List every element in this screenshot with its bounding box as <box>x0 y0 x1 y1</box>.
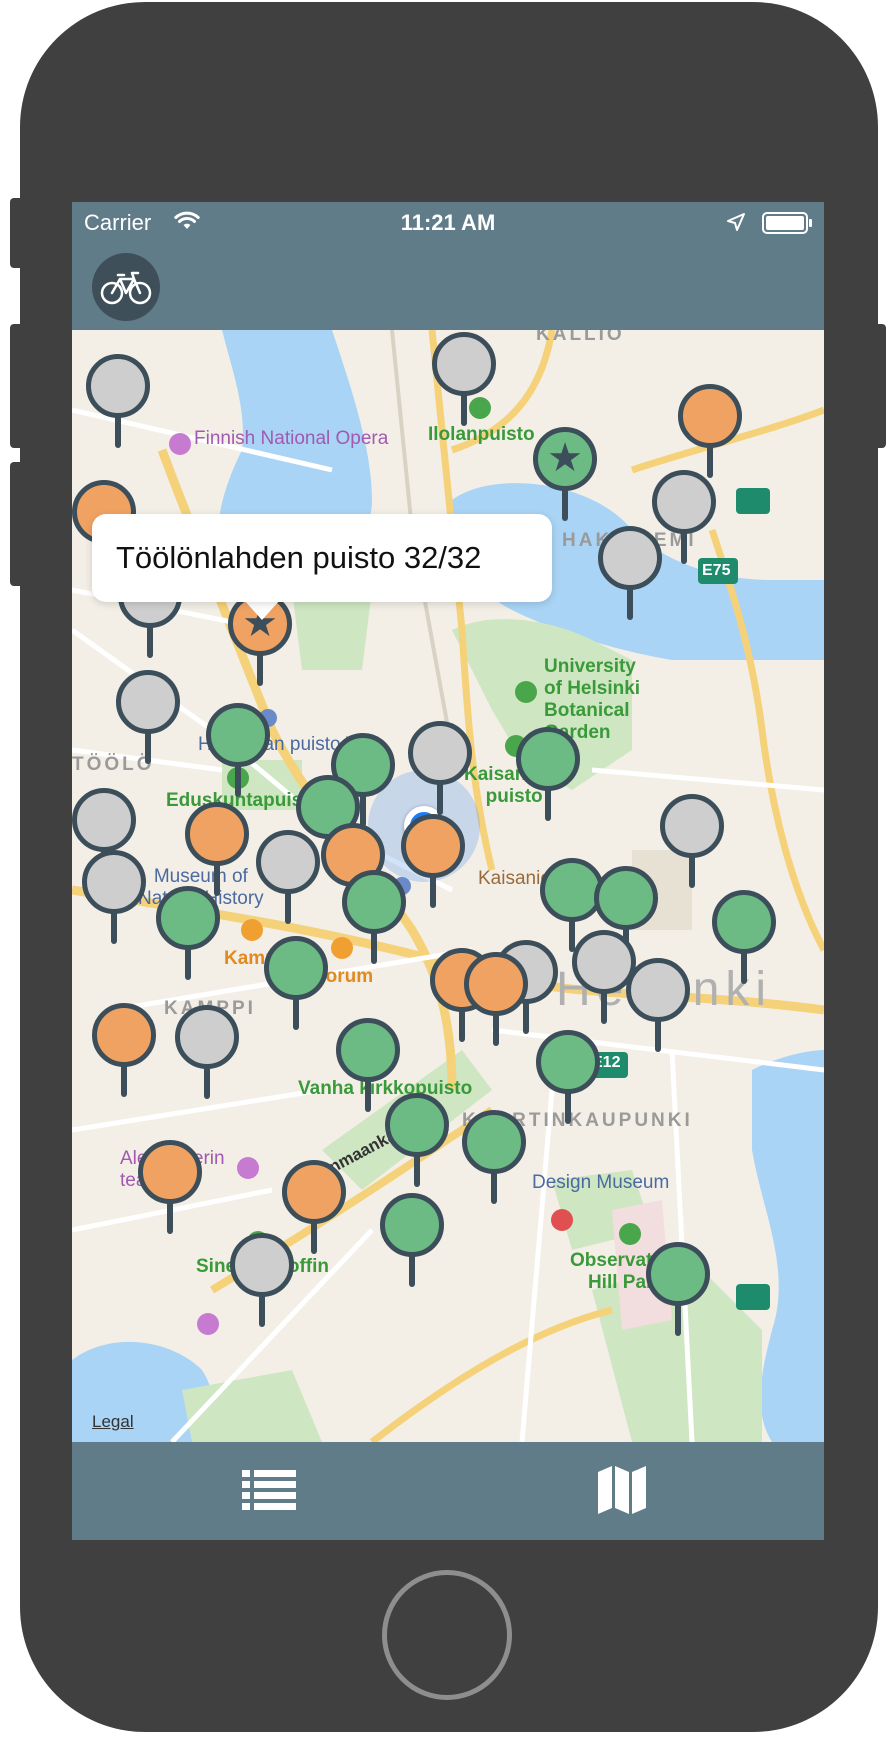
bicycle-icon <box>100 271 152 305</box>
pin-head <box>256 830 320 894</box>
station-pin[interactable] <box>626 958 690 1054</box>
station-callout[interactable]: Töölönlahden puisto 32/32 <box>92 514 552 602</box>
pin-head <box>185 802 249 866</box>
pin-head <box>594 866 658 930</box>
favorite-star-icon: ★ <box>547 436 583 480</box>
station-pin[interactable] <box>206 703 270 799</box>
legal-link[interactable]: Legal <box>92 1412 134 1432</box>
station-pin[interactable] <box>660 794 724 890</box>
station-pin[interactable] <box>82 850 146 946</box>
power-button <box>872 324 886 448</box>
map-view[interactable]: Finnish National Opera Ilolanpuisto KALL… <box>72 330 824 1442</box>
pin-head <box>92 1003 156 1067</box>
pin-head <box>712 890 776 954</box>
station-pin[interactable] <box>86 354 150 450</box>
station-pin[interactable] <box>432 332 496 428</box>
pin-head <box>432 332 496 396</box>
pin-head <box>652 470 716 534</box>
pin-head <box>156 886 220 950</box>
home-button[interactable] <box>382 1570 512 1700</box>
station-pin[interactable] <box>598 526 662 622</box>
location-arrow-icon <box>727 213 745 231</box>
map-icon <box>598 1466 646 1514</box>
pin-head <box>646 1242 710 1306</box>
station-pin[interactable] <box>342 870 406 966</box>
pin-head <box>462 1110 526 1174</box>
station-pin[interactable] <box>401 814 465 910</box>
bike-button[interactable] <box>92 253 160 321</box>
map-label: KALLIO <box>536 330 625 345</box>
pin-head <box>82 850 146 914</box>
station-pin[interactable] <box>462 1110 526 1206</box>
station-pin[interactable] <box>92 1003 156 1099</box>
list-icon <box>242 1470 296 1510</box>
pin-head <box>678 384 742 448</box>
pin-head <box>626 958 690 1022</box>
pin-head <box>516 727 580 791</box>
station-pin[interactable] <box>380 1193 444 1289</box>
pin-head <box>282 1160 346 1224</box>
pin-head <box>116 670 180 734</box>
station-pin[interactable] <box>264 936 328 1032</box>
pin-head <box>86 354 150 418</box>
tab-list[interactable] <box>240 1466 300 1516</box>
mute-switch <box>10 198 24 268</box>
pin-head <box>380 1193 444 1257</box>
pin-head <box>385 1093 449 1157</box>
callout-tail <box>244 600 280 620</box>
volume-down-button <box>10 462 24 586</box>
battery-icon <box>762 212 812 234</box>
pin-head <box>264 936 328 1000</box>
pin-head <box>660 794 724 858</box>
pin-head <box>464 952 528 1016</box>
station-pin[interactable] <box>138 1140 202 1236</box>
station-pin[interactable] <box>408 721 472 817</box>
station-pin[interactable] <box>536 1030 600 1126</box>
pin-head <box>342 870 406 934</box>
navigation-bar <box>72 242 824 330</box>
station-pin[interactable] <box>712 890 776 986</box>
pin-head <box>138 1140 202 1204</box>
station-pin[interactable] <box>646 1242 710 1338</box>
pin-head <box>230 1233 294 1297</box>
tab-map[interactable] <box>592 1462 652 1518</box>
station-pin[interactable] <box>175 1005 239 1101</box>
pin-head <box>175 1005 239 1069</box>
clock: 11:21 AM <box>400 210 496 235</box>
tab-bar <box>72 1442 824 1540</box>
pin-head <box>536 1030 600 1094</box>
pin-head <box>72 788 136 852</box>
station-pin[interactable] <box>385 1093 449 1189</box>
app-screen: Carrier 11:21 AM Finnish National Opera … <box>72 202 824 1540</box>
station-pin[interactable] <box>256 830 320 926</box>
pin-head <box>206 703 270 767</box>
station-pin[interactable] <box>464 952 528 1048</box>
station-pin[interactable] <box>185 802 249 898</box>
callout-text: Töölönlahden puisto 32/32 <box>116 540 482 575</box>
volume-up-button <box>10 324 24 448</box>
station-pin[interactable] <box>156 886 220 982</box>
map-label: Finnish National Opera <box>194 428 389 449</box>
station-pin[interactable] <box>516 727 580 823</box>
pin-head <box>401 814 465 878</box>
station-pin[interactable] <box>230 1233 294 1329</box>
map-label: Design Museum <box>532 1172 670 1193</box>
pin-head <box>408 721 472 785</box>
station-pin[interactable] <box>678 384 742 480</box>
station-pin[interactable]: ★ <box>533 427 597 523</box>
pin-head <box>598 526 662 590</box>
station-pin[interactable] <box>116 670 180 766</box>
pin-head <box>336 1018 400 1082</box>
status-bar: Carrier 11:21 AM <box>72 202 824 242</box>
